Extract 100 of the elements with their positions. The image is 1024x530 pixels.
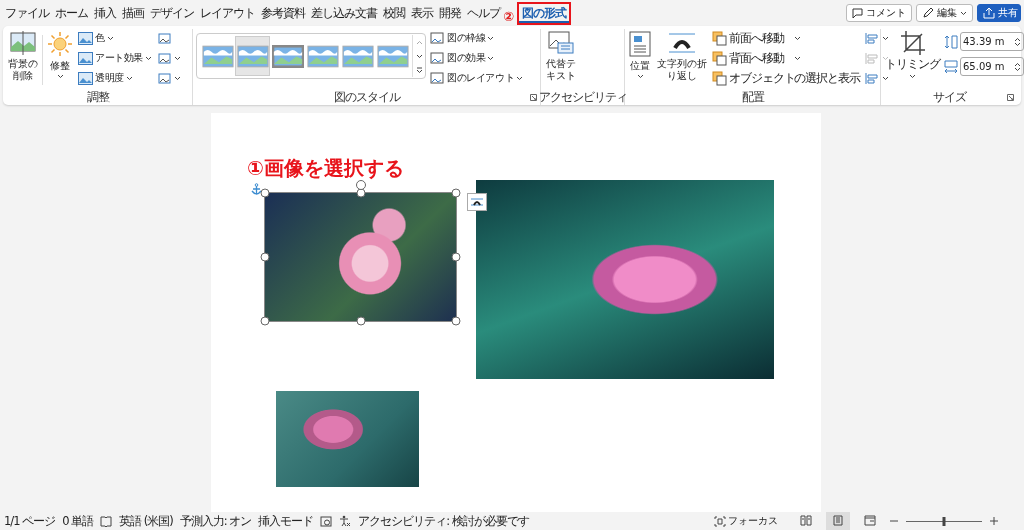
text-wrap-icon <box>471 198 483 206</box>
status-text[interactable]: 英語 (米国) <box>119 513 173 529</box>
resize-handle[interactable] <box>260 252 270 262</box>
layout-options-button[interactable] <box>467 193 487 211</box>
comment-button[interactable]: コメント <box>846 4 912 22</box>
caret-icon <box>793 55 801 61</box>
zoom-in-icon[interactable] <box>990 517 998 525</box>
edit-button[interactable]: 編集 <box>916 4 973 22</box>
ribbon-tab[interactable]: ヘルプ <box>464 2 503 24</box>
picture-icon <box>9 31 36 55</box>
ribbon-tab[interactable]: 挿入 <box>91 2 119 24</box>
status-text[interactable]: アクセシビリティ: 検討が必要です <box>358 513 529 529</box>
width-icon <box>944 59 958 74</box>
ribbon-tab[interactable]: 表示 <box>408 2 436 24</box>
text-wrap-icon <box>666 31 697 55</box>
group-label: 配置 <box>741 90 764 105</box>
share-button[interactable]: 共有 <box>977 4 1021 22</box>
ribbon-tab[interactable]: 描画 <box>119 2 147 24</box>
caret-icon <box>56 74 64 79</box>
ribbon-tab[interactable]: 図の形式 <box>517 1 571 25</box>
focus-button[interactable]: フォーカス <box>714 514 778 528</box>
caret-icon <box>909 73 916 79</box>
layers-icon <box>712 50 727 66</box>
group-label: アクセシビリティ <box>538 90 627 105</box>
spinner-arrows-icon[interactable] <box>1014 61 1021 72</box>
resize-handle[interactable] <box>451 252 461 262</box>
page-icon <box>629 31 651 57</box>
resize-handle[interactable] <box>356 316 365 326</box>
accessibility-icon[interactable] <box>339 515 352 527</box>
caret-icon <box>145 55 152 61</box>
status-text[interactable]: 1/1 ページ <box>4 513 56 529</box>
status-text[interactable]: 挿入モード <box>258 513 314 529</box>
spinner-arrows-icon[interactable] <box>1014 36 1021 47</box>
crop-icon <box>900 31 925 55</box>
ribbon-dropdown-button[interactable]: 前面へ移動 <box>711 29 861 47</box>
ribbon-tab[interactable]: 開発 <box>436 2 464 24</box>
photo-placeholder[interactable] <box>265 193 456 321</box>
caret-icon <box>125 75 133 81</box>
ribbon-tab[interactable]: ホーム <box>52 2 91 24</box>
position-button[interactable]: 位置 <box>628 29 652 81</box>
ribbon-tab[interactable]: 参考資料 <box>258 2 308 24</box>
picture-icon <box>78 51 93 65</box>
ribbon-tab[interactable]: ファイル <box>2 2 52 24</box>
picture-icon <box>430 31 445 45</box>
ribbon-tab[interactable]: 差し込み文書 <box>308 2 380 24</box>
caret-icon <box>174 75 181 81</box>
crop-button[interactable]: トリミング <box>884 29 941 81</box>
caret-icon <box>174 55 181 61</box>
group-label: 調整 <box>86 90 109 105</box>
ribbon-dropdown-button[interactable]: オブジェクトの選択と表示 <box>711 69 861 87</box>
caret-icon <box>415 53 423 59</box>
caret-icon <box>106 35 114 41</box>
ribbon-dropdown-button[interactable]: 透明度 <box>77 69 153 87</box>
caret-icon <box>487 55 495 61</box>
width-field[interactable]: 65.09 m <box>960 57 1024 76</box>
ribbon-dropdown-button[interactable]: 背面へ移動 <box>711 49 861 67</box>
resize-handle[interactable] <box>451 188 461 198</box>
focus-icon <box>714 515 726 527</box>
picture-style-thumbnail[interactable] <box>235 36 270 76</box>
rotate-handle[interactable] <box>355 180 366 190</box>
ribbon-tab[interactable]: デザイン <box>147 2 197 24</box>
corrections-button[interactable]: 修整 <box>46 29 74 81</box>
caret-icon <box>881 35 889 41</box>
align-icon <box>864 71 880 85</box>
ribbon-dropdown-button[interactable]: 図のレイアウト <box>429 69 525 87</box>
expand-icon <box>415 66 423 74</box>
book-icon[interactable] <box>100 515 113 527</box>
picture-icon <box>430 51 445 65</box>
dialog-launcher-icon[interactable] <box>1007 94 1014 101</box>
ribbon-tab[interactable]: 校閲 <box>380 2 408 24</box>
remove-background-button[interactable]: 背景の削除 <box>6 29 39 84</box>
picture-icon <box>157 51 172 65</box>
resize-handle[interactable] <box>451 316 461 326</box>
ribbon-dropdown-button[interactable]: 図の枠線 <box>429 29 525 47</box>
wrap-text-button[interactable]: 文字列の折り返し <box>655 29 708 84</box>
align-icon <box>864 31 880 45</box>
resize-handle[interactable] <box>260 316 270 326</box>
ribbon-dropdown-button[interactable]: アート効果 <box>77 49 153 67</box>
caret-icon <box>881 75 889 81</box>
share-icon <box>983 7 995 19</box>
caret-up-icon <box>415 39 423 45</box>
ribbon-tab[interactable]: レイアウト <box>197 2 258 24</box>
ribbon-dropdown-button[interactable]: 色 <box>77 29 153 47</box>
speech-bubble-icon <box>852 7 863 19</box>
caret-icon <box>960 10 967 16</box>
view-icon <box>832 514 844 526</box>
alt-text-button[interactable]: 代替テキスト <box>544 29 577 84</box>
status-text[interactable]: 予測入力: オン <box>179 513 252 529</box>
layers-icon <box>712 30 727 46</box>
status-text[interactable]: 0 単語 <box>62 513 94 529</box>
picture-icon <box>157 31 172 45</box>
dialog-launcher-icon[interactable] <box>530 94 537 101</box>
instruction-text: ①画像を選択する <box>247 157 405 179</box>
caret-icon <box>487 35 495 41</box>
ribbon-dropdown-button[interactable]: 図の効果 <box>429 49 525 67</box>
view-mode-button[interactable] <box>826 511 850 530</box>
height-field[interactable]: 43.39 m <box>960 32 1024 51</box>
step-number: ② <box>503 9 514 23</box>
align-icon <box>864 51 880 65</box>
resize-handle[interactable] <box>260 188 270 198</box>
